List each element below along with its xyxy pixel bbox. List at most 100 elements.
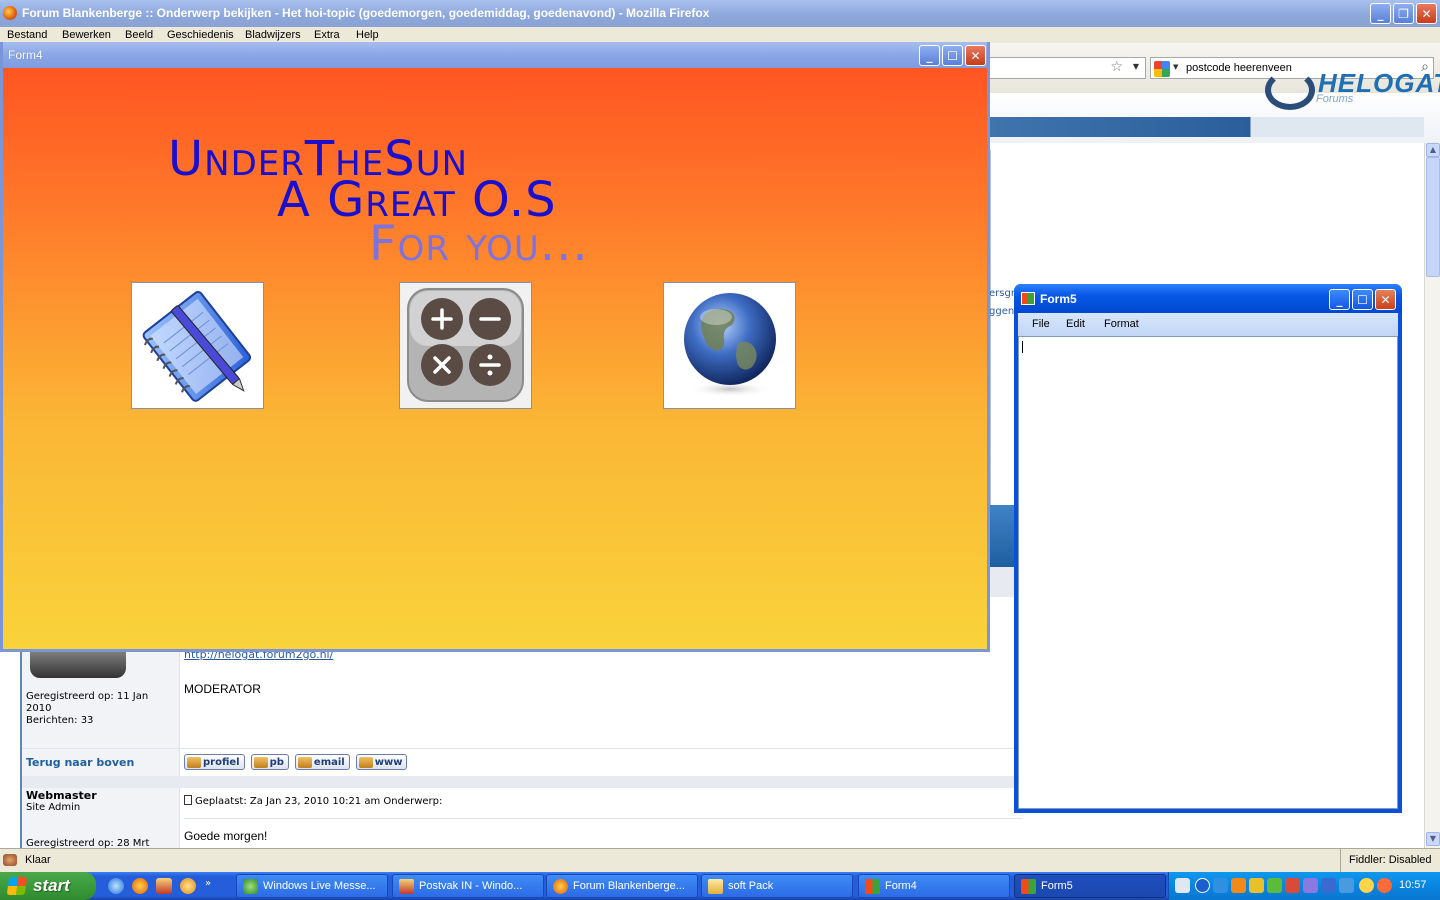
form5-title-bar[interactable]: Form5 _ ☐ ✕ (1014, 284, 1402, 313)
vertical-scrollbar[interactable]: ▲ ▼ (1424, 143, 1440, 848)
firefox-title-bar: Forum Blankenberge :: Onderwerp bekijken… (0, 0, 1440, 27)
sad-smiley-icon[interactable] (1377, 878, 1392, 893)
ie-icon[interactable] (108, 878, 124, 894)
minimize-button[interactable]: _ (919, 45, 940, 66)
site-blue-bar (990, 505, 1015, 567)
divider (22, 748, 1022, 749)
menu-bewerken[interactable]: Bewerken (62, 29, 111, 41)
post-count: Berichten: 33 (26, 715, 94, 726)
tray-expand-icon[interactable] (1195, 878, 1210, 893)
scroll-thumb[interactable] (1426, 157, 1440, 277)
scroll-down-icon[interactable]: ▼ (1426, 832, 1440, 846)
firefox-icon[interactable] (132, 878, 148, 894)
maximize-button[interactable]: ☐ (1352, 289, 1373, 310)
back-to-top-link[interactable]: Terug naar boven (26, 756, 134, 769)
menu-beeld[interactable]: Beeld (125, 29, 153, 41)
partial-link[interactable]: ersgr (989, 288, 1015, 299)
browser-button[interactable] (663, 282, 796, 409)
email-button[interactable]: email (294, 754, 350, 770)
menu-file[interactable]: File (1032, 318, 1050, 330)
keyboard-icon[interactable] (1175, 878, 1190, 893)
laptop-avatar (30, 648, 126, 678)
form-icon (1021, 879, 1036, 894)
profile-button[interactable]: profiel (184, 754, 245, 770)
forum-posts: Geregistreerd op: 11 Jan 2010 Berichten:… (20, 648, 1022, 849)
bookmark-star-icon[interactable]: ☆ (1110, 59, 1123, 75)
media-player-icon[interactable] (180, 878, 196, 894)
firefox-icon (3, 6, 17, 20)
more-icon[interactable]: » (205, 878, 221, 894)
form5-title: Form5 (1040, 292, 1077, 306)
task-outlook[interactable]: Postvak IN - Windo... (392, 874, 544, 898)
task-messenger[interactable]: Windows Live Messe... (236, 874, 388, 898)
form5-client: File Edit Format (1018, 313, 1398, 809)
messenger-status-icon[interactable] (1267, 878, 1282, 893)
status-bar: Klaar Fiddler: Disabled (0, 848, 1440, 872)
form4-body: UnderTheSun A Great O.S For you... (3, 68, 987, 649)
menu-bladwijzers[interactable]: Bladwijzers (245, 29, 301, 41)
site-grey-bar (990, 567, 1015, 597)
calculator-button[interactable] (399, 282, 532, 409)
text-editor-area[interactable] (1018, 336, 1398, 809)
os-logo-line-3: For you... (369, 216, 589, 272)
menu-edit[interactable]: Edit (1066, 318, 1085, 330)
fiddler-status[interactable]: Fiddler: Disabled (1340, 849, 1440, 872)
display-icon[interactable] (1321, 878, 1336, 893)
task-form5[interactable]: Form5 (1014, 874, 1166, 898)
form4-title-bar[interactable]: Form4 _ ☐ ✕ (3, 42, 987, 68)
site-navbar (990, 117, 1424, 137)
menu-bestand[interactable]: Bestand (7, 29, 47, 41)
form4-title: Form4 (8, 48, 43, 62)
folder-icon (708, 879, 723, 894)
pm-icon (253, 756, 268, 768)
task-firefox[interactable]: Forum Blankenberge... (546, 874, 698, 898)
maximize-button[interactable]: ☐ (942, 45, 963, 66)
skype-icon[interactable] (1231, 878, 1246, 893)
close-button[interactable]: ✕ (965, 45, 986, 66)
menu-geschiedenis[interactable]: Geschiedenis (167, 29, 234, 41)
volume-icon[interactable] (1339, 878, 1354, 893)
task-soft-pack[interactable]: soft Pack (701, 874, 853, 898)
www-button[interactable]: www (355, 754, 408, 770)
restore-button[interactable]: ❐ (1393, 3, 1414, 24)
outlook-icon[interactable] (156, 878, 172, 894)
divider-band (22, 776, 1022, 788)
post-icon (184, 795, 192, 805)
search-engine-dropdown-icon[interactable]: ▼ (1173, 63, 1178, 71)
status-text: Klaar (25, 854, 51, 866)
task-form4[interactable]: Form4 (858, 874, 1010, 898)
close-button[interactable]: ✕ (1416, 3, 1437, 24)
menu-extra[interactable]: Extra (314, 29, 340, 41)
network-disconnected-icon[interactable] (1303, 878, 1318, 893)
pm-button[interactable]: pb (250, 754, 289, 770)
outlook-icon (399, 879, 414, 894)
site-logo-icon (1265, 70, 1315, 110)
google-icon[interactable] (1154, 61, 1170, 77)
partial-link[interactable]: ggen (989, 306, 1014, 317)
notepad-button[interactable] (131, 282, 264, 409)
scroll-up-icon[interactable]: ▲ (1426, 143, 1440, 157)
text-caret (1022, 341, 1023, 353)
url-dropdown-icon[interactable]: ▼ (1133, 62, 1139, 71)
start-button[interactable]: start (0, 872, 96, 900)
minimize-button[interactable]: _ (1329, 289, 1350, 310)
taskbar: start » Windows Live Messe... Postvak IN… (0, 872, 1440, 900)
form5-window: Form5 _ ☐ ✕ File Edit Format (1014, 284, 1402, 813)
email-icon (297, 756, 312, 768)
antivirus-icon[interactable] (1285, 878, 1300, 893)
clock[interactable]: 10:57 (1399, 879, 1427, 891)
calculator-icon (407, 288, 524, 402)
network-icon[interactable] (1213, 878, 1228, 893)
divider (184, 818, 1022, 819)
registered-date: Geregistreerd op: 11 Jan 2010 (26, 691, 149, 714)
username[interactable]: Webmaster (26, 789, 97, 802)
menu-format[interactable]: Format (1104, 318, 1139, 330)
status-icon (3, 854, 17, 866)
minimize-button[interactable]: _ (1370, 3, 1391, 24)
menu-help[interactable]: Help (356, 29, 379, 41)
security-icon[interactable] (1249, 878, 1264, 893)
smiley-icon[interactable] (1359, 878, 1374, 893)
url-bar[interactable]: ☆ ▼ (990, 57, 1146, 79)
firefox-menu-bar: Bestand Bewerken Beeld Geschiedenis Blad… (0, 27, 1440, 43)
close-button[interactable]: ✕ (1375, 289, 1396, 310)
